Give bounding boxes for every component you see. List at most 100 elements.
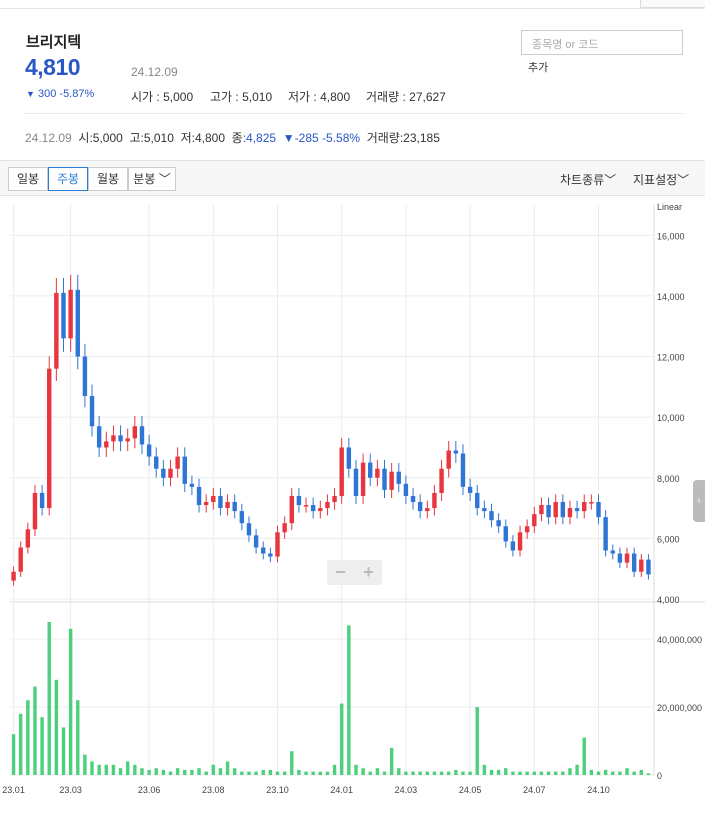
volume-bar [254,771,258,775]
volume-bar [482,764,487,775]
stock-name: 브리지텍 [26,34,82,51]
tab-weekly[interactable]: 주봉 [48,167,88,191]
candle-body [104,441,109,448]
candle-body [39,492,45,509]
volume-bar [97,764,101,775]
candle-body [560,502,566,518]
volume-bar [90,761,94,775]
x-tick-label: 24.10 [587,785,610,795]
candle-body [203,502,209,506]
candle-body [139,426,145,445]
volume-bar [282,771,287,775]
x-tick-label: 23.06 [138,785,161,795]
low-value: 4,800 [320,90,351,104]
volume-bar [646,773,651,775]
open-value: 5,000 [163,90,194,104]
price-tick-label: 12,000 [657,353,685,363]
candle-high: :5,010 [140,131,174,145]
candle-change: ▼-285 [282,131,319,145]
candle-info-row: 24.12.09 시:5,000 고:5,010 저:4,800 종:4,825… [25,129,440,146]
candle-body [246,523,252,536]
volume-label: 거래량 [366,90,400,104]
zoom-out-button[interactable]: − [327,562,354,582]
side-panel-toggle[interactable]: ‹ [693,480,705,522]
price-volume-chart[interactable]: 23.01 23.03 23.06 23.08 23.10 24.01 24.03 24.05… [0,197,705,807]
candle-body [467,486,473,493]
volume-bar [318,771,323,775]
candle-body [496,520,501,527]
chart-toolbar: 일봉 주봉 월봉 분봉 ﹀ 차트종류﹀ 지표설정﹀ [0,160,705,196]
price-tick-label: 4,000 [657,595,680,605]
candle-body [289,495,294,524]
volume-bar [225,761,230,775]
candle-body [61,292,66,339]
volume-bar [361,768,365,775]
volume-bar [304,771,308,775]
candle-body [11,571,16,581]
stock-search-input[interactable]: 종목명 or 코드 [521,30,683,55]
candle-body [332,495,337,503]
candle-close-label: 종 [231,131,243,145]
add-button[interactable]: 추가 [528,59,548,75]
candle-body [396,471,401,484]
candle-body [389,471,394,490]
candle-body [196,486,202,506]
candle-body [532,514,537,527]
tab-minute[interactable]: 분봉 ﹀ [128,167,176,191]
volume-bar [154,768,158,775]
candle-body [475,492,480,509]
volume-tick-label: 20,000,000 [657,703,702,713]
price-tick-label: 10,000 [657,413,685,423]
volume-bar [468,771,472,775]
candle-body [617,553,623,563]
candle-body [646,559,651,575]
candle-body [239,511,245,524]
candle-body [417,502,423,512]
candle-body [567,508,573,518]
candle-body [175,456,180,469]
candle-body [125,438,130,442]
volume-bar [54,679,59,775]
candle-body [596,502,601,518]
candle-body [32,492,38,530]
indicator-settings-dropdown[interactable]: 지표설정﹀ [633,171,689,188]
candle-body [211,495,216,503]
tab-daily[interactable]: 일봉 [8,167,48,191]
volume-bar [76,700,80,775]
open-metric: 시가 : 5,000 [131,90,194,104]
zoom-in-button[interactable]: + [355,562,382,582]
top-strip [640,0,705,8]
volume-bar [268,769,273,775]
tab-monthly[interactable]: 월봉 [88,167,128,191]
candle-body [382,468,387,490]
x-tick-label: 24.07 [523,785,546,795]
price-change: ▼ 300 -5.87% [26,88,94,100]
volume-bar [125,761,130,775]
volume-bar [489,769,494,775]
candle-body [624,553,630,563]
candle-body [574,508,580,512]
candle-body [111,435,116,442]
candle-change-pct: -5.58% [322,131,361,145]
volume-bar [61,727,66,775]
volume-bar [525,771,529,775]
chart-type-dropdown[interactable]: 차트종류﹀ [560,171,616,188]
candle-body [360,462,366,496]
candle-body [589,502,594,504]
candle-body [54,292,59,369]
volume-bar [461,771,465,775]
volume-bar [546,771,551,775]
candle-body [631,553,637,572]
volume-bar [625,768,629,775]
chart-area[interactable]: 23.01 23.03 23.06 23.08 23.10 24.01 24.03 24.05… [0,197,705,807]
candle-body [118,435,123,442]
volume-bar [582,737,586,775]
volume-bar [496,769,501,775]
volume-bar [311,771,315,775]
candle-body [517,532,523,551]
down-arrow-icon: ▼ [26,89,35,99]
candle-body [353,468,359,496]
volume-bar [354,764,358,775]
zoom-control: − + [327,560,382,585]
scale-label: Linear [657,202,682,212]
